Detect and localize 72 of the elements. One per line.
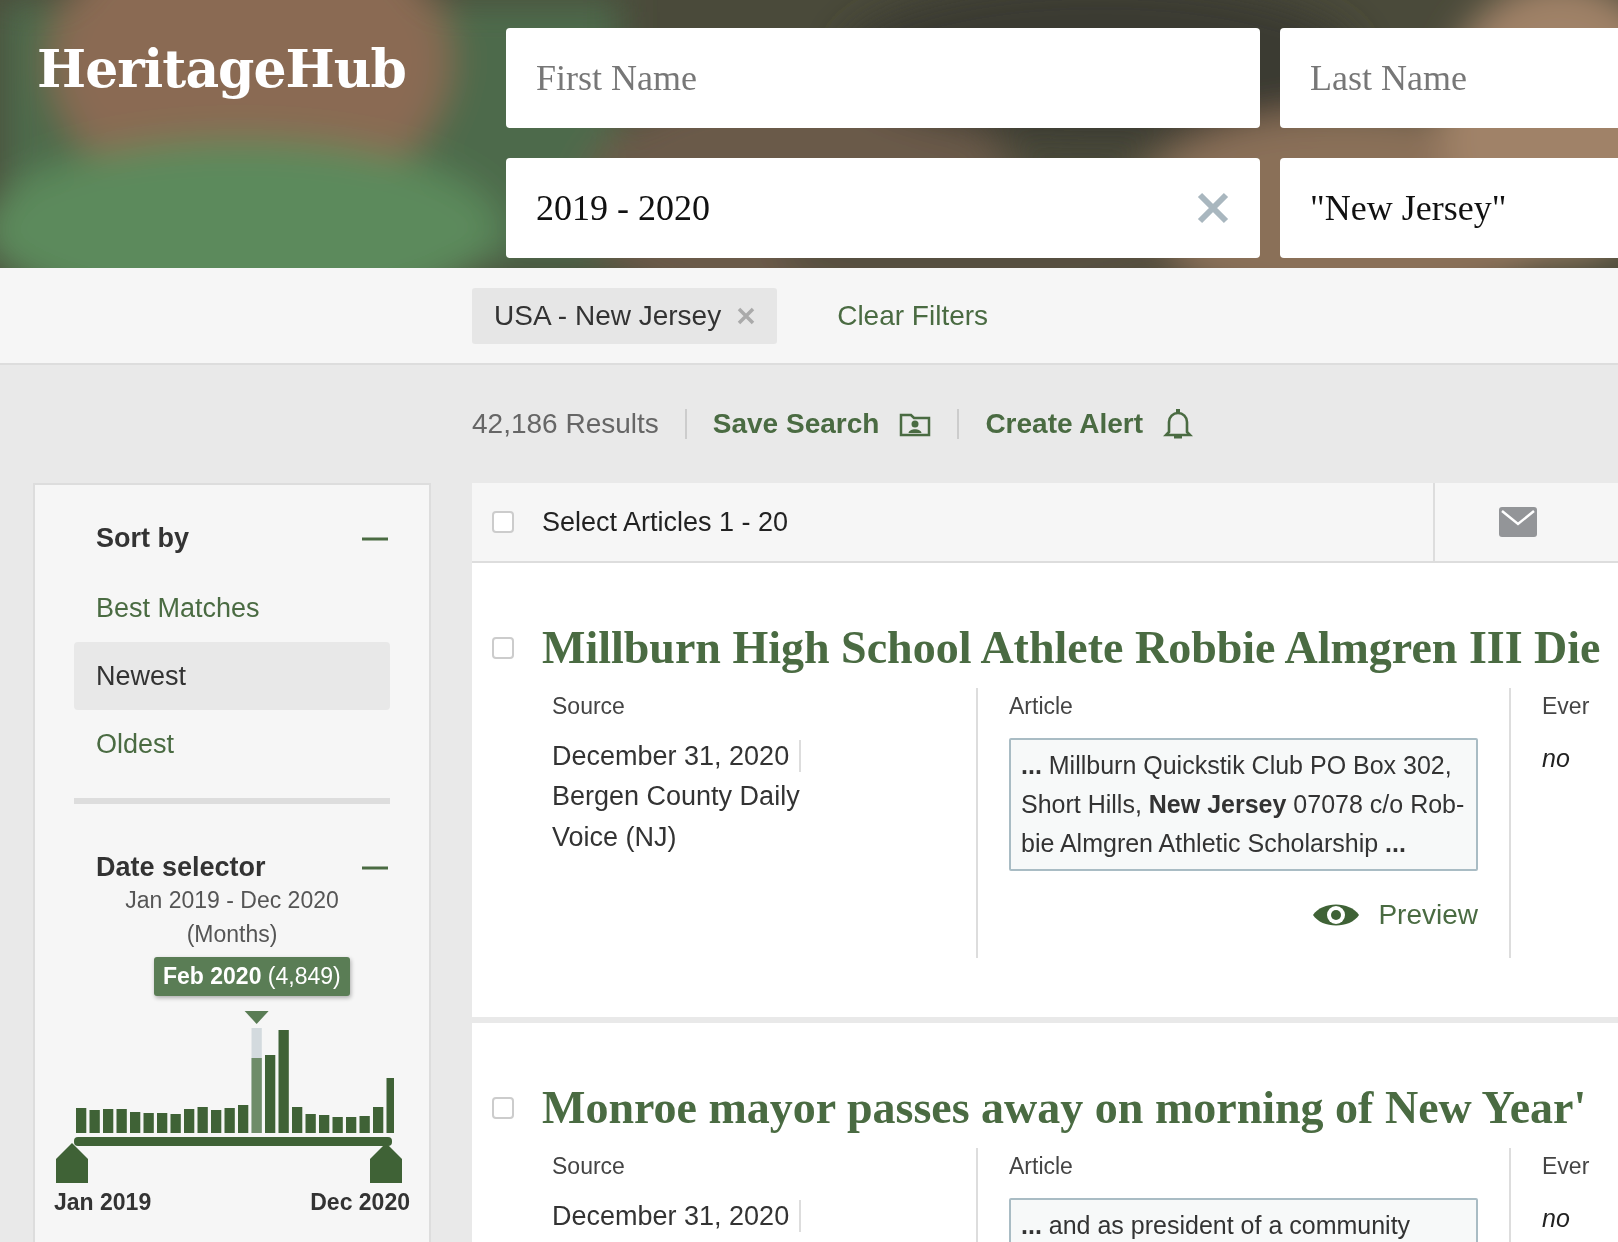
- article-date: December 31, 2020: [552, 740, 802, 772]
- column-heading: Article: [1009, 1152, 1074, 1181]
- search-field[interactable]: 2019 - 2020: [506, 158, 1260, 258]
- event-text: no: [1542, 1204, 1571, 1233]
- column-heading: Ever: [1542, 692, 1590, 721]
- histogram-bar[interactable]: [89, 1110, 100, 1133]
- histogram-bar[interactable]: [224, 1108, 235, 1133]
- search-field[interactable]: Last Name: [1280, 28, 1618, 128]
- histogram-bar[interactable]: [346, 1117, 357, 1133]
- article-title[interactable]: Millburn High School Athlete Robbie Almgren III Die: [542, 621, 1601, 674]
- histogram-bar[interactable]: [211, 1110, 222, 1133]
- end-date-label: Dec 2020: [310, 1189, 410, 1216]
- email-icon[interactable]: [1499, 507, 1537, 537]
- results-count: 42,186 Results: [472, 408, 659, 440]
- article-date: December 31, 2020: [552, 1200, 802, 1232]
- column-heading: Source: [552, 1152, 626, 1181]
- histogram-bar[interactable]: [373, 1107, 384, 1133]
- article-snippet: ... and as president of a community: [1009, 1198, 1478, 1242]
- clear-icon[interactable]: [1196, 191, 1230, 225]
- event-text: no: [1542, 744, 1571, 773]
- histogram-bar[interactable]: [265, 1055, 276, 1133]
- sort-option[interactable]: Best Matches: [74, 574, 390, 642]
- column-heading: Ever: [1542, 1152, 1590, 1181]
- create-alert-button[interactable]: Create Alert: [985, 408, 1194, 440]
- checkbox[interactable]: [492, 1096, 514, 1119]
- folder-icon: [899, 411, 932, 437]
- sort-option[interactable]: Newest: [74, 642, 390, 710]
- select-all-label: Select Articles 1 - 20: [542, 506, 790, 538]
- histogram-bar[interactable]: [157, 1113, 168, 1133]
- date-range: Jan 2019 - Dec 2020: [124, 886, 340, 915]
- range-unit: (Months): [185, 920, 279, 949]
- histogram-bar[interactable]: [251, 1028, 262, 1133]
- logo[interactable]: HeritageHub: [0, 0, 506, 268]
- histogram-bar[interactable]: [386, 1078, 394, 1133]
- section-heading: Sort by: [96, 523, 189, 554]
- histogram-bar[interactable]: [197, 1107, 208, 1133]
- tooltip-pointer: [244, 1011, 269, 1024]
- source-name: Bergen County Daily Voice (NJ): [552, 780, 801, 854]
- histogram-bar[interactable]: [116, 1109, 127, 1133]
- start-date-label: Jan 2019: [54, 1189, 152, 1216]
- histogram-bar[interactable]: [143, 1113, 154, 1133]
- filter-chip[interactable]: USA - New Jersey: [472, 287, 778, 344]
- histogram-bar[interactable]: [238, 1105, 249, 1133]
- histogram-bar[interactable]: [184, 1109, 195, 1133]
- histogram-bar[interactable]: [170, 1114, 181, 1133]
- histogram-bar[interactable]: [359, 1116, 370, 1133]
- search-field[interactable]: "New Jersey": [1280, 158, 1618, 258]
- bell-icon: [1163, 408, 1194, 440]
- article-snippet: ... Millburn Quickstik Club PO Box 302, Short Hills, New Jersey 07078 c/o Rob-bie Almgren Athletic Scholarship ...: [1009, 738, 1478, 871]
- clear-filters-link[interactable]: Clear Filters: [837, 299, 989, 332]
- tooltip: Feb 2020 (4,849): [154, 957, 350, 996]
- section-heading: Date selector: [96, 852, 266, 883]
- slider-handle[interactable]: [370, 1143, 402, 1183]
- article-title[interactable]: Monroe mayor passes away on morning of New Year': [542, 1081, 1587, 1134]
- preview-button[interactable]: Preview: [1312, 899, 1478, 931]
- column-heading: Source: [552, 692, 626, 721]
- histogram-bar[interactable]: [278, 1030, 289, 1133]
- slider-handle[interactable]: [56, 1143, 88, 1183]
- histogram-bar[interactable]: [332, 1117, 343, 1133]
- histogram-bar[interactable]: [305, 1114, 316, 1133]
- remove-icon[interactable]: [737, 306, 756, 325]
- histogram-bar[interactable]: [130, 1112, 141, 1133]
- histogram-bar[interactable]: [76, 1108, 87, 1133]
- checkbox[interactable]: [492, 636, 514, 659]
- column-heading: Article: [1009, 692, 1074, 721]
- histogram-bar[interactable]: [292, 1107, 303, 1133]
- save-search-button[interactable]: Save Search: [712, 408, 932, 440]
- checkbox[interactable]: [492, 511, 514, 533]
- histogram-bar[interactable]: [103, 1109, 114, 1133]
- sort-option[interactable]: Oldest: [74, 710, 390, 778]
- search-field[interactable]: First Name: [506, 28, 1260, 128]
- histogram-bar[interactable]: [319, 1115, 330, 1133]
